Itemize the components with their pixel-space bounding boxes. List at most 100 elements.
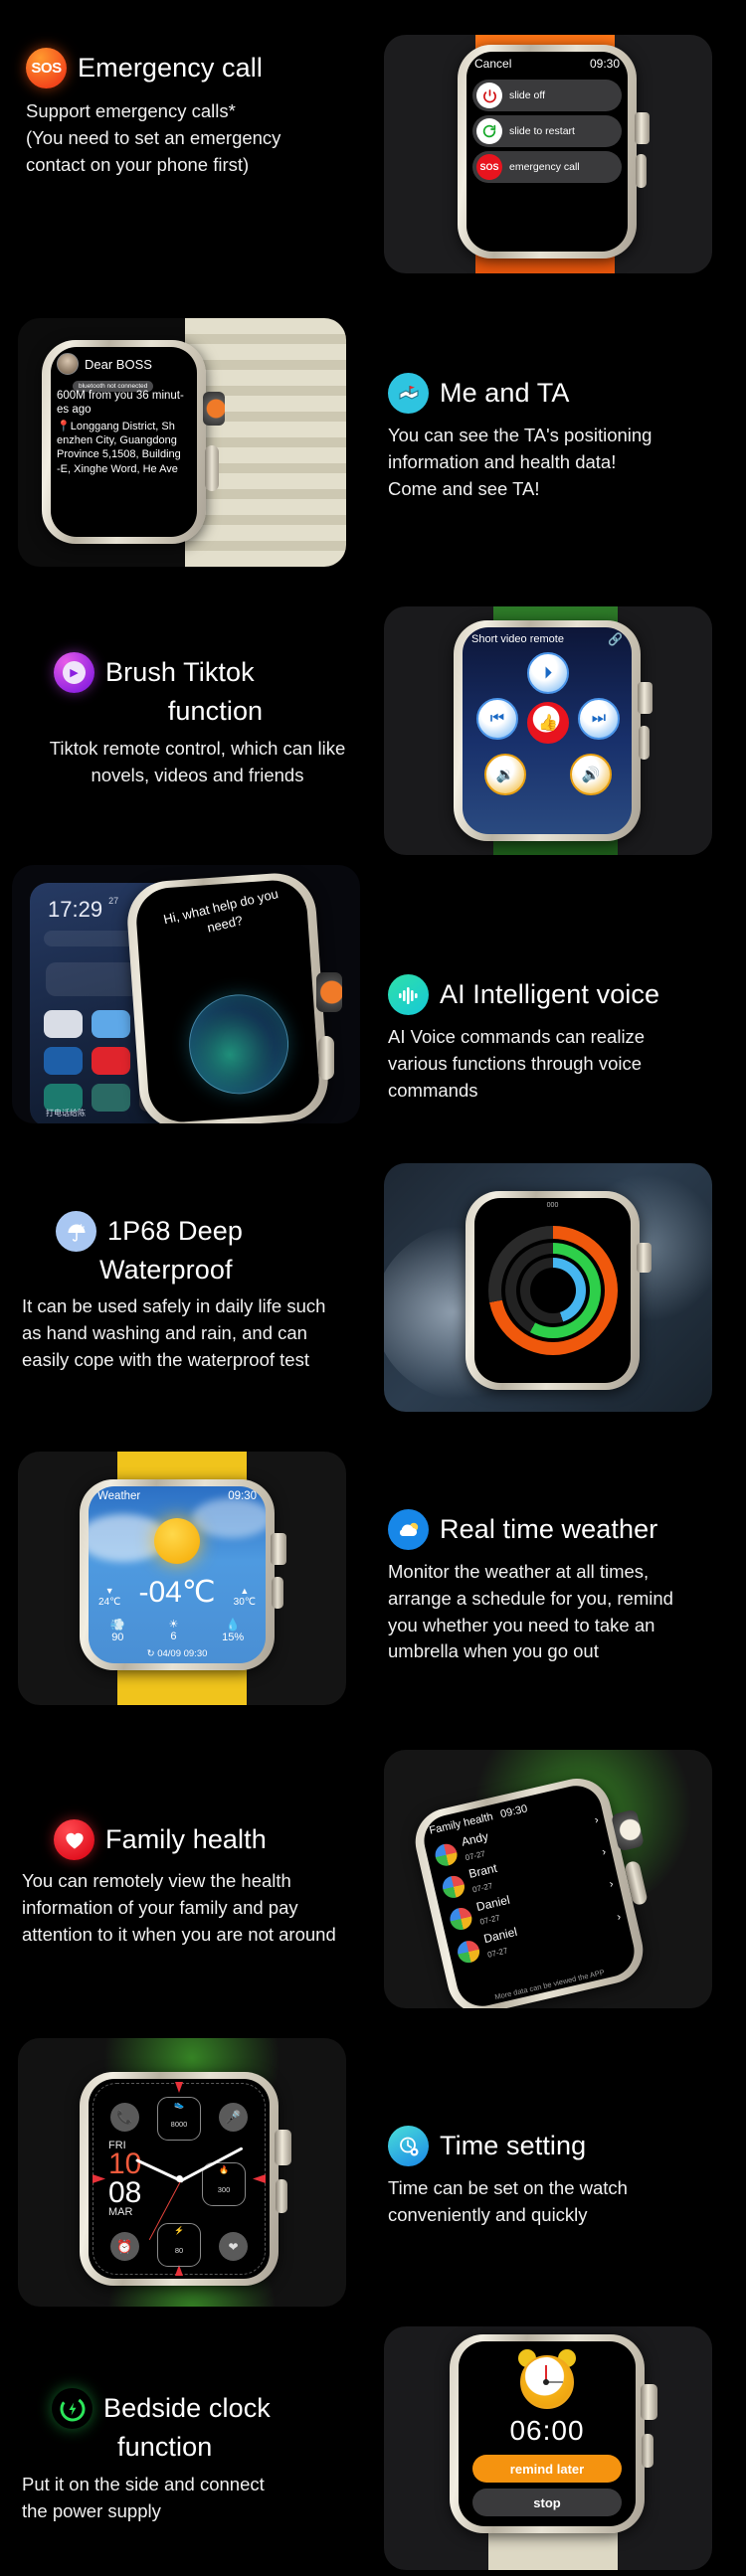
clock-gear-glyph [399,2137,418,2155]
calories-complication[interactable]: 🔥 300 [202,2162,246,2206]
side-button[interactable] [318,1036,334,1080]
emergency-call-row[interactable]: SOS emergency call [472,151,622,183]
remote-buttons: ⏵ ⏮ ⏭ 👍 🔉 🔊 [463,646,632,805]
weather-updated: ↻ 04/09 09:30 [89,1648,266,1659]
emergency-call-image-card: Cancel 09:30 slide off slide to restart … [384,35,712,273]
voice-wave-glyph [398,986,418,1004]
microphone-icon[interactable]: 🎤 [219,2103,248,2132]
waterproof-text: 1P68 Deep Waterproof It can be used safe… [22,1211,370,1374]
feature-section-ai-voice: 17:29 27 打电话给陈 Hi, what help do you need… [0,855,746,1143]
side-button[interactable] [205,445,219,491]
like-button[interactable]: 👍 [527,702,569,744]
digital-crown[interactable] [637,1243,652,1273]
weather-image-card: Weather 09:30 ▼ 24℃ -04℃ ▲ 30℃ 💨 90 ☀ 6 … [18,1452,346,1705]
heart-icon[interactable]: ❤ [219,2232,248,2261]
status-time: 09:30 [589,57,620,71]
app-icon-weather[interactable] [91,1010,130,1038]
app-icon-clock[interactable] [44,1010,83,1038]
wind-icon: 💨 [109,1618,125,1631]
desc-line: You can see the TA's positioning [388,425,653,445]
waterproof-image-card: 000 [384,1163,712,1412]
desc-line: easily cope with the waterproof test [22,1348,309,1370]
play-pause-button[interactable]: ⏵ [527,652,569,694]
restart-icon [476,118,502,144]
feature-title-line-1: 1P68 Deep [107,1215,244,1246]
stop-button[interactable]: stop [472,2489,622,2516]
slide-off-row[interactable]: slide off [472,80,622,111]
link-icon[interactable]: 🔗 [608,632,623,646]
desc-line: AI Voice commands can realize [388,1026,646,1047]
digital-crown[interactable] [203,392,225,426]
energy-complication[interactable]: ⚡ 80 [157,2223,201,2267]
phone-icon[interactable]: 📞 [110,2103,139,2132]
desc-line: attention to it when you are not around [22,1923,336,1945]
time-setting-image-card: 📞 🎤 ⏰ ❤ 👟 8000 🔥 300 ⚡ 80 FRI 10 08 MAR [18,2038,346,2307]
avatar [448,1906,474,1933]
contact-row: Dear BOSS [57,353,197,375]
side-button[interactable] [272,1577,283,1609]
side-button[interactable] [642,2434,653,2468]
app-icon-browser[interactable] [44,1047,83,1075]
app-icon-notes[interactable] [91,1084,130,1112]
cloud-sun-glyph [399,1522,418,1536]
next-button[interactable]: ⏭ [578,698,620,740]
temp-high-block: ▲ 30℃ [234,1586,256,1608]
desc-line: Put it on the side and connect [22,2474,265,2495]
real-time-weather-heading: Real time weather [388,1509,731,1550]
digital-crown[interactable] [275,2130,291,2165]
app-icon-music[interactable] [91,1047,130,1075]
digital-crown[interactable] [316,972,342,1012]
address-line-text: Longgang District, Sh [70,420,175,432]
updated-time: 04/09 09:30 [157,1648,208,1659]
volume-up-button[interactable]: 🔊 [570,754,612,795]
slide-to-restart-row[interactable]: slide to restart [472,115,622,147]
watch-screen-weather: Weather 09:30 ▼ 24℃ -04℃ ▲ 30℃ 💨 90 ☀ 6 … [89,1486,266,1663]
address-text: 📍Longgang District, Sh enzhen City, Guan… [57,420,197,476]
watch-body: 📞 🎤 ⏰ ❤ 👟 8000 🔥 300 ⚡ 80 FRI 10 08 MAR [80,2072,279,2286]
alarm-clock-icon [516,2349,578,2411]
previous-button[interactable]: ⏮ [476,698,518,740]
bedside-clock-heading: Bedside clock [22,2388,370,2429]
watch-body: Weather 09:30 ▼ 24℃ -04℃ ▲ 30℃ 💨 90 ☀ 6 … [80,1479,275,1670]
day-number: 10 [108,2147,142,2181]
heart-glyph [65,1832,84,1849]
phone-date: 27 [108,896,119,906]
uv-metric: ☀ 6 [169,1618,179,1643]
temp-low: 24℃ [98,1597,121,1608]
remind-later-button[interactable]: remind later [472,2455,622,2483]
hour-number: 08 [108,2175,142,2209]
distance-text: 600M from you 36 minut- es ago [57,389,197,418]
volume-down-button[interactable]: 🔉 [484,754,526,795]
chevron-right-icon: › [601,1845,608,1859]
steps-complication[interactable]: 👟 8000 [157,2097,201,2141]
cancel-button[interactable]: Cancel [474,57,511,71]
feature-section-bedside-clock: 06:00 remind later stop Bedside clock fu… [0,2326,746,2576]
temp-down-arrow-icon: ▼ [104,1586,114,1597]
side-button[interactable] [636,154,647,188]
side-button[interactable] [276,2179,287,2213]
digital-crown[interactable] [638,682,653,714]
phone-time: 17:29 [48,897,103,922]
desc-line: You can remotely view the health [22,1870,291,1891]
me-and-ta-image-card: Dear BOSS bluetooth not connected 600M f… [18,318,346,567]
feature-title-line-1: Brush Tiktok [105,656,255,687]
face-top-label: 000 [546,1202,559,1209]
digital-crown[interactable] [635,112,650,144]
alarm-icon[interactable]: ⏰ [110,2232,139,2261]
watch-screen-analog-face: 📞 🎤 ⏰ ❤ 👟 8000 🔥 300 ⚡ 80 FRI 10 08 MAR [89,2079,270,2279]
digital-crown[interactable] [641,2384,657,2420]
feature-title-line-2: function [167,696,264,726]
watch-body: Short video remote 🔗 ⏵ ⏮ ⏭ 👍 🔉 🔊 [454,620,641,841]
brush-tiktok-text: ▶ Brush Tiktok function Tiktok remote co… [26,652,369,789]
wind-metric: 💨 90 [110,1618,125,1643]
feature-description: Tiktok remote control, which can like no… [26,736,369,789]
side-button[interactable] [639,726,650,760]
feature-title: Real time weather [440,1513,658,1544]
address-line: -E, Xinghe Word, He Ave [57,462,178,475]
avatar [433,1841,460,1868]
digital-crown[interactable] [271,1533,286,1565]
family-health-image-card: Family health 09:30 Andy 07-27 › Brant 0… [384,1750,712,2008]
watch-band [185,318,346,567]
refresh-icon[interactable]: ↻ [147,1648,155,1659]
watch-screen-family-health: Family health 09:30 Andy 07-27 › Brant 0… [419,1781,640,2008]
